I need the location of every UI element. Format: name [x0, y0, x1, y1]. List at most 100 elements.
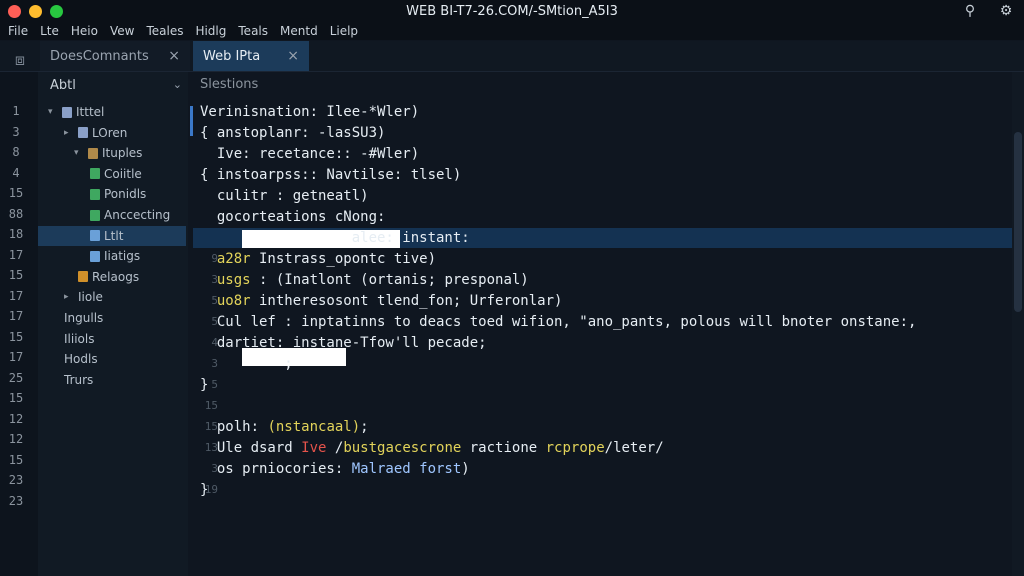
code-text: )	[461, 461, 470, 477]
gutter-line-number: 15	[8, 329, 24, 344]
code-editor[interactable]: Slestions Verinisnation: Ilee-*Wler) { an…	[190, 72, 1024, 576]
code-text: Instrass_opontc tive)	[250, 251, 437, 267]
sidebar-item[interactable]: Coiitle	[90, 164, 142, 184]
menu-item[interactable]: Teales	[146, 22, 183, 40]
sidebar-item-label: Ponidls	[104, 187, 147, 202]
file-icon	[90, 188, 100, 200]
menu-item[interactable]: Mentd	[280, 22, 318, 40]
gutter-line-number: 1	[12, 104, 20, 118]
title-bar: WEB BI-T7-26.COM/-SMtion_A5I3 ⚲ ⚙	[0, 0, 1024, 24]
menu-item[interactable]: Lielp	[330, 22, 358, 40]
chevron-down-icon[interactable]: ▾	[48, 102, 58, 122]
editor-line-number: 5	[211, 378, 218, 391]
code-text: /leter/	[604, 440, 664, 456]
sidebar-item-label: Hodls	[64, 352, 98, 367]
gutter-line-number: 15	[8, 391, 24, 405]
sidebar-item-label: Itttel	[76, 105, 105, 119]
scrollbar-thumb[interactable]	[1014, 132, 1022, 312]
editor-breadcrumb: Slestions	[200, 77, 259, 92]
code-text: ;	[360, 419, 369, 435]
sidebar-item[interactable]: Ltlt	[38, 225, 186, 246]
code-text: Verinisnation: Ilee-*Wler)	[200, 104, 420, 120]
sidebar-item-label: Ingulls	[64, 311, 104, 325]
sidebar-item[interactable]: Ponidls	[90, 184, 146, 204]
sidebar-item-label: LOren	[92, 125, 128, 140]
gutter-line-number: 3	[12, 124, 20, 139]
code-line: alee: instant:	[200, 228, 470, 248]
close-icon[interactable]: ×	[287, 48, 299, 64]
sidebar-item[interactable]: Relaogs	[78, 267, 139, 287]
active-line-marker	[190, 106, 193, 136]
chevron-right-icon[interactable]: ▸	[64, 287, 74, 307]
explorer-icon[interactable]: ⧈	[10, 50, 30, 70]
menu-item[interactable]: Vew	[110, 22, 134, 40]
chevron-right-icon[interactable]: ▸	[64, 123, 74, 143]
sidebar-item[interactable]: Trurs	[64, 370, 93, 390]
gutter-line-number: 8	[12, 145, 20, 159]
window-title: WEB BI-T7-26.COM/-SMtion_A5I3	[406, 4, 618, 19]
menu-bar: File Lte Heio Vew Teales Hidlg Teals Mentd Lielp	[0, 22, 1024, 40]
gutter-line-number: 15	[8, 268, 24, 282]
sidebar-item-label: Ltlt	[104, 228, 124, 243]
code-token: rcprope	[545, 440, 605, 456]
code-line: a28r Instrass_opontc tive)	[200, 249, 436, 269]
tab-label: Web IPta	[203, 48, 261, 64]
code-line: polh: (nstancaal);	[200, 417, 369, 437]
editor-line-number: 9	[211, 252, 218, 265]
code-text: : (Inatlont (ortanis; presponal)	[250, 272, 529, 288]
code-text: /	[326, 440, 344, 456]
menu-item[interactable]: Hidlg	[195, 22, 226, 40]
file-icon	[78, 127, 88, 139]
gutter-line-number: 18	[8, 227, 24, 241]
code-line: gocorteations cNong:	[200, 207, 386, 227]
code-text: Cul lef : inptatinns to deacs toed wifio…	[200, 314, 917, 330]
menu-item[interactable]: File	[8, 22, 28, 40]
file-icon	[90, 230, 100, 242]
sidebar-item-label: Trurs	[64, 372, 94, 387]
editor-line-number: 5	[211, 315, 218, 328]
sidebar-item[interactable]: ▾ Ituples	[74, 143, 142, 163]
search-icon[interactable]: ⚲	[962, 3, 978, 19]
gutter-line-number: 23	[8, 493, 24, 508]
gutter-line-number: 4	[12, 165, 20, 180]
editor-line-number: 15	[204, 420, 218, 433]
tab-doescomnants[interactable]: DoesComnants ×	[40, 41, 190, 71]
code-text: os prniocories:	[200, 461, 352, 477]
editor-line-number: 15	[204, 399, 218, 412]
sidebar-item-label: Coiitle	[104, 166, 142, 181]
file-icon	[90, 168, 100, 180]
file-icon	[90, 250, 100, 262]
code-line: os prniocories: Malraed forst)	[200, 459, 470, 479]
menu-item[interactable]: Heio	[71, 22, 98, 40]
sidebar-item[interactable]: Iiatigs	[90, 246, 140, 266]
chevron-down-icon[interactable]: ⌄	[173, 78, 182, 91]
tab-web-ipta[interactable]: Web IPta ×	[193, 41, 309, 71]
editor-line-number: 3	[211, 462, 218, 475]
tab-label: DoesComnants	[50, 48, 149, 64]
close-icon[interactable]: ×	[168, 48, 180, 64]
code-token: bustgacescrone	[343, 440, 462, 456]
code-text: ractione	[461, 440, 546, 456]
file-icon	[62, 106, 72, 118]
code-text: alee: instant:	[200, 230, 470, 246]
gear-icon[interactable]: ⚙	[998, 3, 1014, 19]
menu-item[interactable]: Teals	[238, 22, 268, 40]
file-icon	[78, 271, 88, 283]
menu-item[interactable]: Lte	[40, 22, 59, 40]
chevron-down-icon[interactable]: ▾	[74, 143, 84, 163]
file-icon	[90, 209, 100, 221]
code-text: culitr : getneatl)	[200, 188, 369, 204]
vertical-scrollbar[interactable]	[1012, 72, 1024, 576]
gutter-line-number: 23	[8, 473, 24, 487]
sidebar-item[interactable]: ▸ LOren	[64, 123, 127, 143]
sidebar-item[interactable]: Hodls	[64, 349, 98, 369]
sidebar-item[interactable]: Iliiols	[64, 329, 94, 349]
code-token: Ive	[301, 440, 327, 456]
sidebar-item[interactable]: Anccecting	[90, 205, 170, 225]
code-line: usgs : (Inatlont (ortanis; presponal)	[200, 270, 529, 290]
gutter-line-number: 88	[8, 206, 24, 221]
sidebar-item[interactable]: Ingulls	[64, 308, 103, 328]
sidebar-item[interactable]: ▸ Iiole	[64, 287, 103, 307]
sidebar-item[interactable]: ▾ Itttel	[48, 102, 104, 122]
code-line: Verinisnation: Ilee-*Wler)	[200, 102, 419, 122]
